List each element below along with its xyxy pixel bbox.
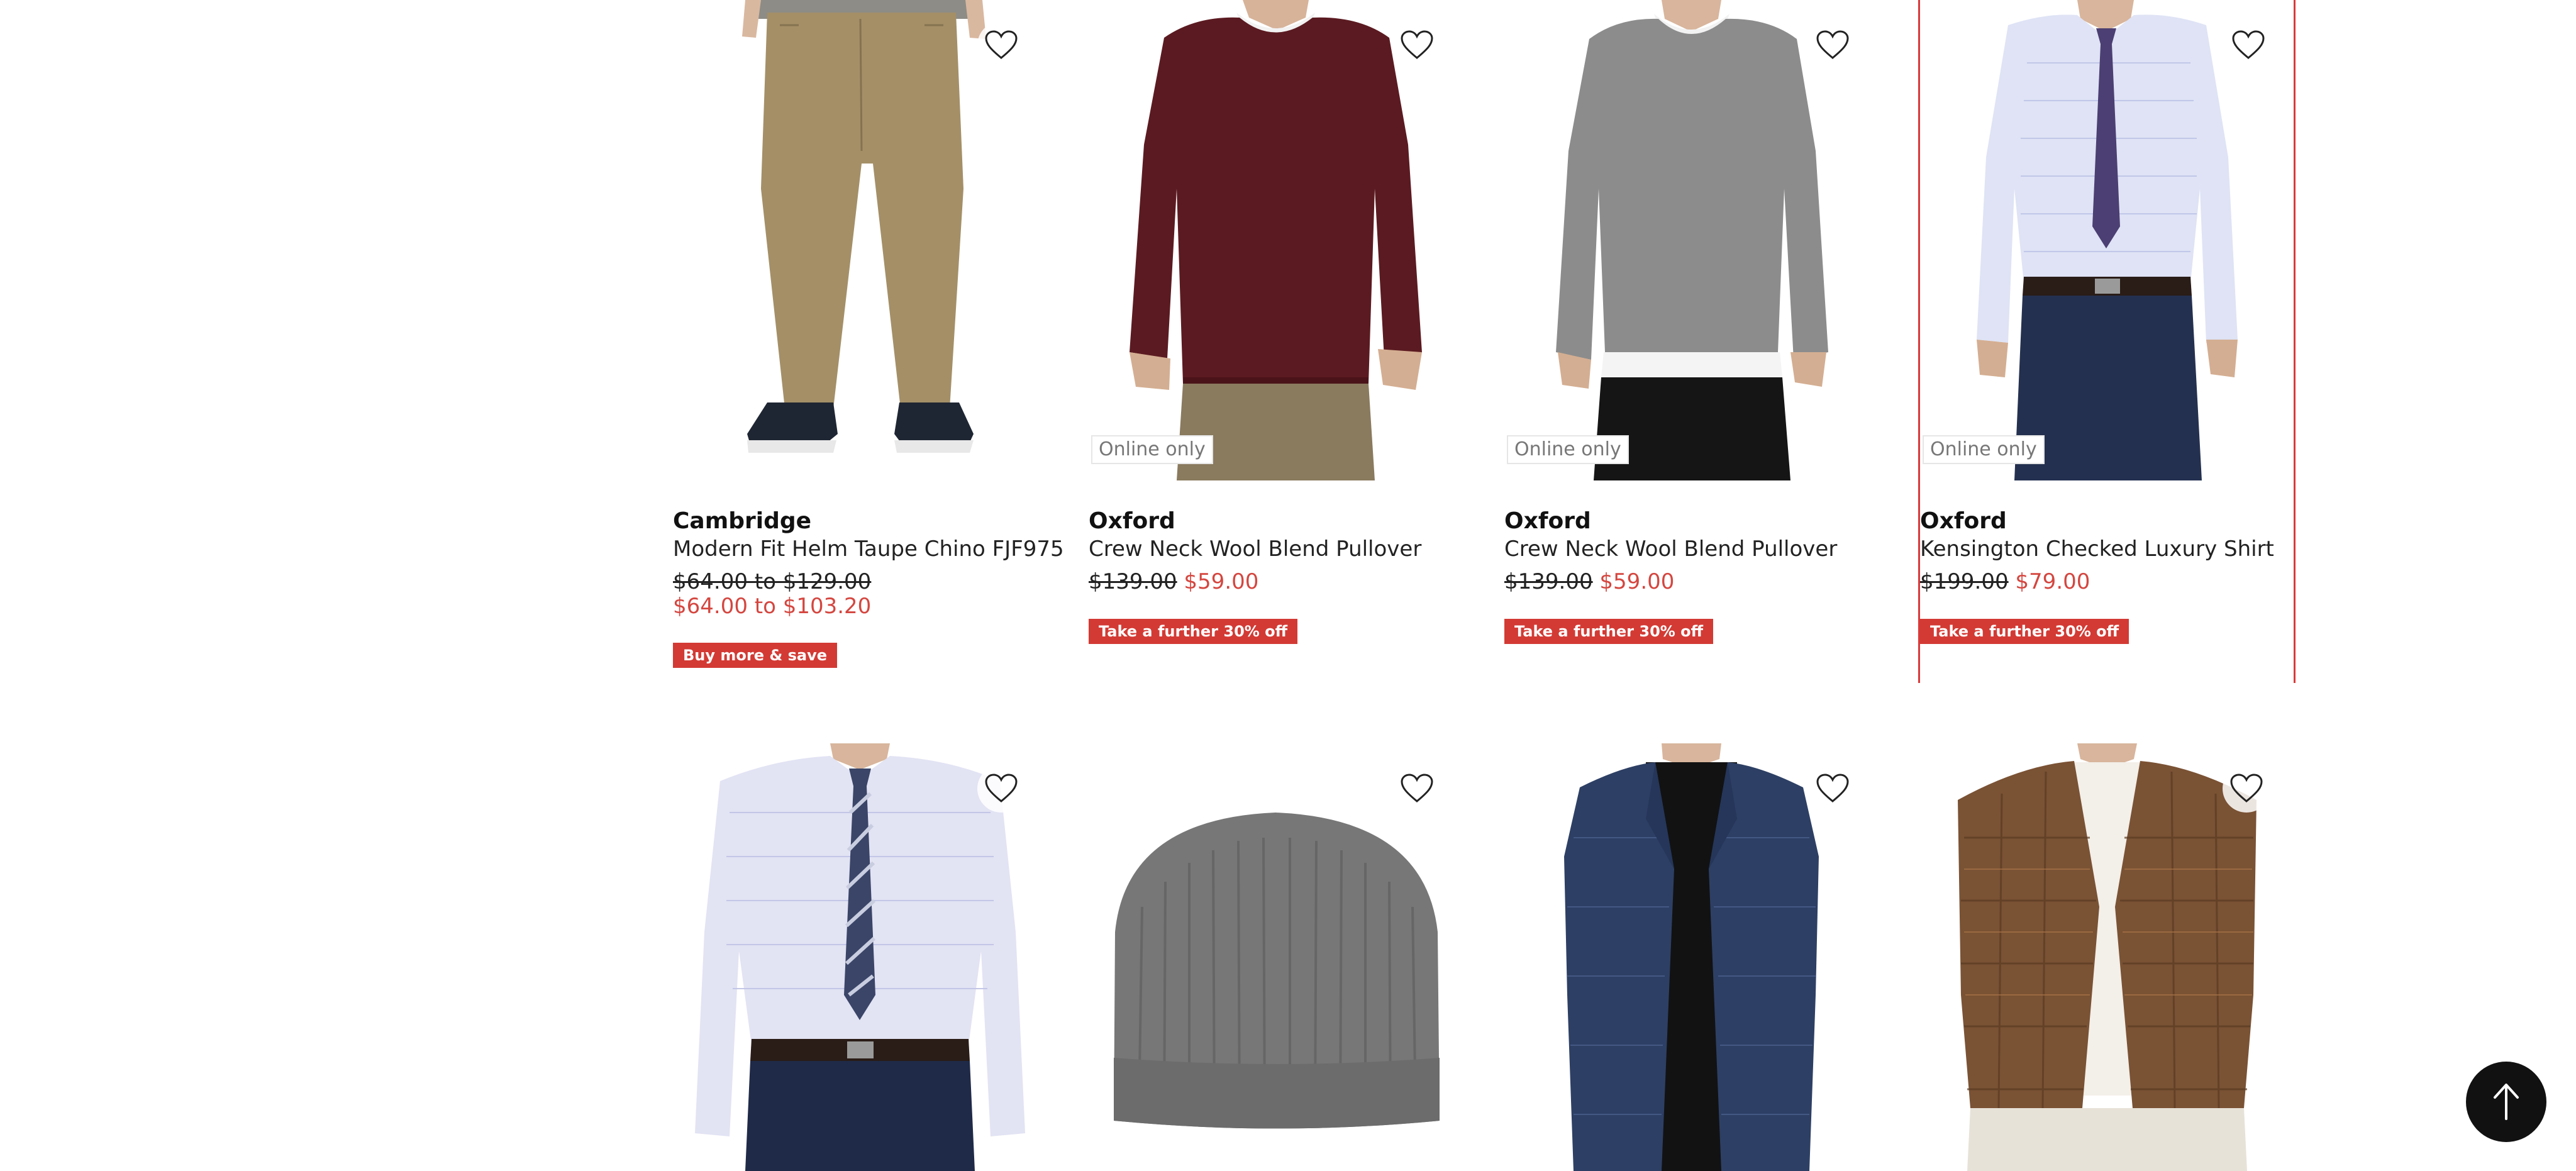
price-block: $139.00 $59.00 <box>1504 569 1674 594</box>
product-image[interactable] <box>673 0 1046 480</box>
online-only-badge: Online only <box>1091 435 1213 464</box>
wishlist-heart-icon[interactable] <box>1393 21 1441 69</box>
promo-badge: Buy more & save <box>673 643 838 668</box>
promo-badge: Take a further 30% off <box>1920 619 2129 644</box>
arrow-up-icon <box>2494 1084 2519 1120</box>
product-card-7[interactable] <box>1504 743 1878 1171</box>
product-card-1[interactable]: Cambridge Modern Fit Helm Taupe Chino FJ… <box>673 0 1064 685</box>
product-image[interactable] <box>1504 0 1878 480</box>
price-block: $139.00 $59.00 <box>1089 569 1258 594</box>
product-card-5[interactable] <box>673 743 1046 1171</box>
product-image[interactable] <box>1920 0 2294 480</box>
product-brand[interactable]: Cambridge <box>673 508 811 534</box>
wishlist-heart-icon[interactable] <box>2223 765 2270 813</box>
wishlist-heart-icon[interactable] <box>1393 765 1441 813</box>
price-original: $139.00 <box>1504 569 1593 594</box>
product-card-3[interactable]: Online only Oxford Crew Neck Wool Blend … <box>1504 0 1878 685</box>
price-original: $199.00 <box>1920 569 2009 594</box>
wishlist-heart-icon[interactable] <box>2224 21 2272 69</box>
product-name[interactable]: Kensington Checked Luxury Shirt <box>1920 536 2274 562</box>
product-card-4[interactable]: Online only Oxford Kensington Checked Lu… <box>1918 0 2296 683</box>
price-original: $139.00 <box>1089 569 1177 594</box>
online-only-badge: Online only <box>1507 435 1629 464</box>
online-only-badge: Online only <box>1923 435 2045 464</box>
product-brand[interactable]: Oxford <box>1920 508 2007 534</box>
product-card-6[interactable] <box>1089 743 1462 1171</box>
product-brand[interactable]: Oxford <box>1089 508 1175 534</box>
product-card-2[interactable]: Online only Oxford Crew Neck Wool Blend … <box>1089 0 1462 685</box>
wishlist-heart-icon[interactable] <box>977 21 1025 69</box>
wishlist-heart-icon[interactable] <box>1809 765 1857 813</box>
price-original: $64.00 to $129.00 <box>673 569 871 594</box>
product-name[interactable]: Crew Neck Wool Blend Pullover <box>1504 536 1837 562</box>
product-card-8[interactable] <box>1920 743 2294 1171</box>
promo-badge: Take a further 30% off <box>1089 619 1298 644</box>
wishlist-heart-icon[interactable] <box>1809 21 1857 69</box>
price-sale: $59.00 <box>1599 569 1675 594</box>
price-original-text: $64.00 to $129.00 <box>673 569 872 594</box>
product-brand[interactable]: Oxford <box>1504 508 1591 534</box>
product-name[interactable]: Crew Neck Wool Blend Pullover <box>1089 536 1421 562</box>
product-image[interactable] <box>1089 0 1462 480</box>
wishlist-heart-icon[interactable] <box>977 765 1025 813</box>
price-block: $199.00 $79.00 <box>1920 569 2090 594</box>
promo-badge: Take a further 30% off <box>1504 619 1714 644</box>
price-sale: $79.00 <box>2015 569 2090 594</box>
price-sale: $59.00 <box>1184 569 1259 594</box>
price-sale: $64.00 to $103.20 <box>673 594 872 619</box>
product-name[interactable]: Modern Fit Helm Taupe Chino FJF975 <box>673 536 1064 562</box>
back-to-top-button[interactable] <box>2466 1062 2546 1142</box>
